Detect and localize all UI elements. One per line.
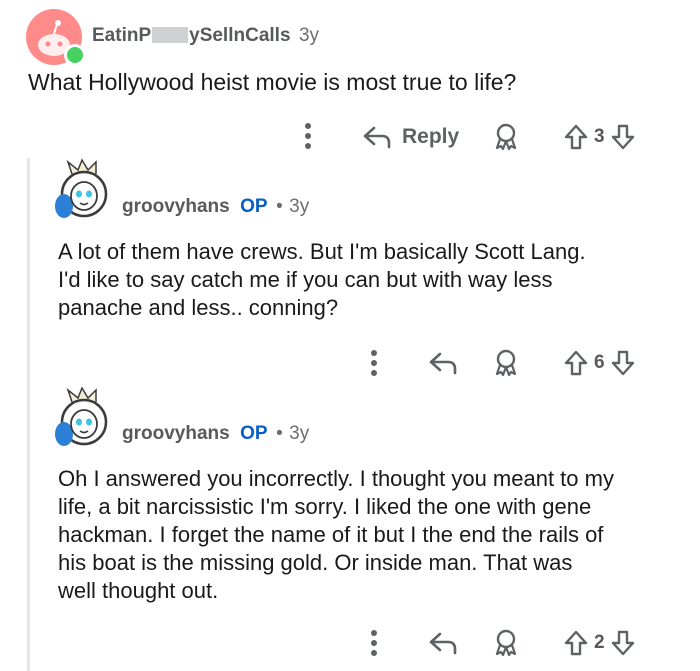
censor-block <box>152 27 189 43</box>
post-vote-group: 3 <box>564 122 635 152</box>
reply-label: Reply <box>402 125 460 148</box>
comment-line: A lot of them have crews. But I'm basica… <box>58 239 586 264</box>
upvote-icon[interactable] <box>564 629 588 657</box>
post-body: What Hollywood heist movie is most true … <box>28 69 517 95</box>
comment-vote-count: 2 <box>594 632 605 653</box>
downvote-icon[interactable] <box>611 123 635 151</box>
thread-line[interactable] <box>27 158 30 671</box>
reply-icon <box>363 126 391 149</box>
user-avatar-icon <box>55 158 108 218</box>
comment-age: 3y <box>289 423 310 444</box>
award-icon <box>495 629 517 657</box>
award-icon <box>495 123 517 151</box>
more-icon <box>371 350 377 376</box>
comment-line: Oh I answered you incorrectly. I thought… <box>58 466 614 491</box>
meta-separator: • <box>276 196 283 217</box>
comment-avatar[interactable] <box>52 386 120 456</box>
comment-award-button[interactable] <box>491 628 521 663</box>
downvote-icon[interactable] <box>611 629 635 657</box>
post-reply-button[interactable]: Reply <box>362 122 459 152</box>
post-award-button[interactable] <box>491 122 521 157</box>
online-indicator <box>64 44 86 66</box>
comment-line: well thought out. <box>58 578 219 603</box>
upvote-icon[interactable] <box>564 123 588 151</box>
comment-vote-group: 6 <box>564 348 635 378</box>
op-badge: OP <box>240 196 268 217</box>
comment-reply-button[interactable] <box>428 630 458 661</box>
reply-icon <box>429 352 457 375</box>
comment-author[interactable]: groovyhans <box>122 196 230 217</box>
comment-vote-group: 2 <box>564 628 635 658</box>
comment-line: life, a bit narcissistic I'm sorry. I li… <box>58 494 592 519</box>
comment-line: hackman. I forget the name of it but I t… <box>58 522 604 547</box>
reply-icon <box>429 632 457 655</box>
comment-more-button[interactable] <box>364 348 384 378</box>
comment-award-button[interactable] <box>491 348 521 383</box>
comment-line: panache and less.. conning? <box>58 295 339 320</box>
comment-body: Oh I answered you incorrectly. I thought… <box>58 465 614 605</box>
more-icon <box>371 630 377 656</box>
meta-separator: • <box>276 423 283 444</box>
post-more-button[interactable] <box>298 120 318 152</box>
upvote-icon[interactable] <box>564 349 588 377</box>
comment-line: I'd like to say catch me if you can but … <box>58 267 553 292</box>
post-author[interactable]: EatinP ySellnCalls <box>92 25 291 46</box>
comment-line: his boat is the missing gold. Or inside … <box>58 550 573 575</box>
post-meta: EatinP ySellnCalls 3y <box>92 25 319 47</box>
comment-vote-count: 6 <box>594 352 605 373</box>
comment-reply-button[interactable] <box>428 350 458 381</box>
downvote-icon[interactable] <box>611 349 635 377</box>
op-badge: OP <box>240 423 268 444</box>
comment-avatar[interactable] <box>52 158 120 228</box>
post-vote-count: 3 <box>594 126 605 147</box>
award-icon <box>495 349 517 377</box>
comment-meta: groovyhans OP • 3y <box>122 196 309 218</box>
comment-body: A lot of them have crews. But I'm basica… <box>58 238 586 322</box>
comment-meta: groovyhans OP • 3y <box>122 423 309 445</box>
more-icon <box>305 123 311 149</box>
comment-age: 3y <box>289 196 310 217</box>
post-age: 3y <box>298 25 320 46</box>
comment-author[interactable]: groovyhans <box>122 423 230 444</box>
comment-more-button[interactable] <box>364 628 384 658</box>
user-avatar-icon <box>55 386 108 446</box>
